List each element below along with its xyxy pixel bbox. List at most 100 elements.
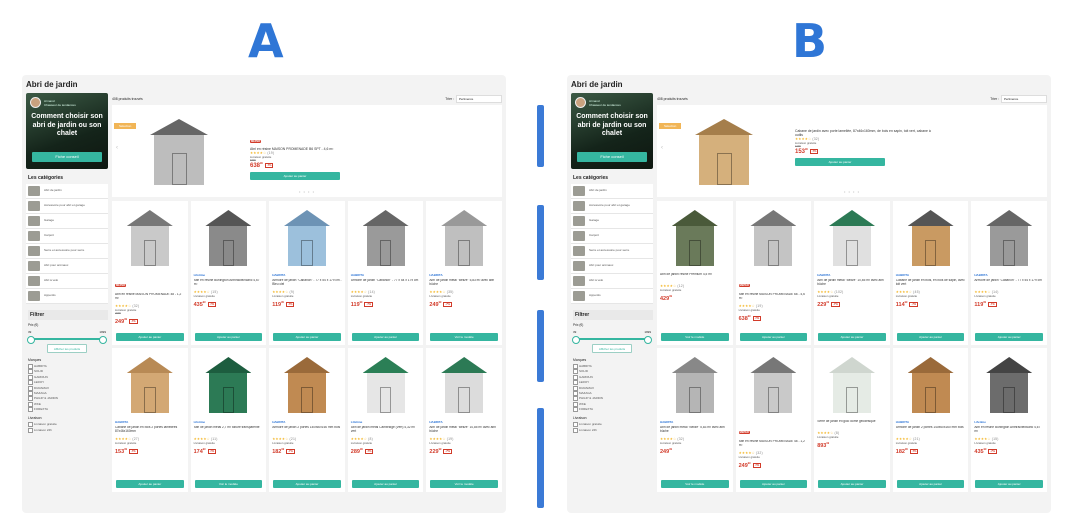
brand-checkbox[interactable]: SOLID	[573, 369, 653, 375]
product-card[interactable]: HABRITA Armoire de jardin "Cabanon" - 77 …	[269, 201, 345, 345]
product-image-wrap[interactable]	[359, 206, 413, 270]
product-title[interactable]: Abri de jardin métal "Belize" 10,85 m² a…	[429, 426, 499, 437]
product-image-wrap[interactable]	[280, 353, 334, 417]
product-title[interactable]: Abri en résine Burlington Anthracite/Bla…	[974, 426, 1044, 437]
category-item[interactable]: Carport	[571, 229, 653, 244]
product-action-button[interactable]: Ajouter au panier	[896, 480, 965, 488]
price-range-slider[interactable]	[27, 336, 107, 344]
product-action-button[interactable]: Ajouter au panier	[116, 480, 184, 488]
brand-checkbox[interactable]: HABRITA	[573, 364, 653, 369]
brand-checkbox[interactable]: GARDIUN	[573, 374, 653, 380]
apply-filter-button[interactable]: Afficher les produits	[592, 344, 632, 353]
brand-checkbox[interactable]: WKE	[28, 401, 108, 407]
product-card[interactable]: HABRITA Cabane de jardin en bois, en bois…	[892, 201, 969, 345]
product-image-wrap[interactable]	[747, 206, 801, 270]
delivery-checkbox[interactable]: Livraison gratuite	[573, 422, 653, 428]
brand-checkbox[interactable]: DURAMAX	[28, 385, 108, 391]
category-item[interactable]: Abri pour animaux	[571, 259, 653, 274]
price-min-input[interactable]: 39	[573, 330, 576, 334]
category-item[interactable]: Serre et accessoire pour serre	[571, 244, 653, 259]
product-action-button[interactable]: Ajouter au panier	[818, 333, 886, 341]
brand-checkbox[interactable]: PHILIP & JARDIN	[573, 396, 653, 402]
featured-title[interactable]: Cabane de jardin avec porte lamellée, 87…	[795, 129, 935, 137]
category-item[interactable]: Appentis	[26, 289, 108, 304]
product-image-wrap[interactable]	[982, 353, 1036, 417]
featured-product[interactable]: Sélection ‹ MEPER Abri en résine MAISON PRO…	[112, 105, 502, 197]
category-item[interactable]: Accessoire pour abri et garage	[26, 199, 108, 214]
product-action-button[interactable]: Voir le modèle	[194, 480, 263, 488]
product-action-button[interactable]: Voir le modèle	[661, 333, 729, 341]
product-image-wrap[interactable]	[825, 353, 879, 417]
product-image[interactable]	[907, 210, 954, 266]
product-image-wrap[interactable]	[359, 353, 413, 417]
product-action-button[interactable]: Ajouter au panier	[273, 480, 341, 488]
product-image-wrap[interactable]	[123, 353, 177, 417]
category-item[interactable]: Garage	[571, 214, 653, 229]
product-action-button[interactable]: Voir le modèle	[430, 480, 498, 488]
product-title[interactable]: Abri de jardin résine Premium 4,5 m²	[660, 273, 730, 284]
brand-checkbox[interactable]: FOREXTA	[28, 407, 108, 413]
product-action-button[interactable]: Ajouter au panier	[739, 480, 808, 488]
price-min-input[interactable]: 39	[28, 330, 31, 334]
product-image[interactable]	[750, 210, 797, 266]
product-image[interactable]	[907, 357, 954, 413]
category-item[interactable]: Serre et accessoire pour serre	[26, 244, 108, 259]
brand-checkbox[interactable]: MAZAGA	[573, 390, 653, 396]
product-image[interactable]	[986, 210, 1033, 266]
product-card[interactable]: Lifetime Abri de jardin métal Cambridge (…	[347, 348, 424, 492]
product-title[interactable]: Cabane de jardin en bois, en bois de sap…	[896, 279, 966, 290]
product-title[interactable]: Abri en résine MAISON PROMENADE 48 - 1,2…	[739, 440, 809, 451]
brand-checkbox[interactable]: LEROY	[28, 380, 108, 386]
product-image-wrap[interactable]	[437, 353, 491, 417]
category-item[interactable]: Abri à vélo	[26, 274, 108, 289]
product-image[interactable]	[150, 119, 208, 185]
category-item[interactable]: Abri pour animaux	[26, 259, 108, 274]
chevron-left-icon[interactable]: ‹	[661, 145, 663, 151]
product-action-button[interactable]: Ajouter au panier	[975, 480, 1043, 488]
product-image[interactable]	[671, 210, 718, 266]
product-image-wrap[interactable]	[280, 206, 334, 270]
product-card[interactable]: HABRITA Armoire de jardin 2 portes 140x60…	[892, 348, 969, 492]
advice-promo[interactable]: Armand Chasseur de tendances Comment chois…	[571, 93, 653, 169]
product-image[interactable]	[828, 357, 875, 413]
product-action-button[interactable]: Ajouter au panier	[896, 333, 965, 341]
product-image-wrap[interactable]	[904, 353, 958, 417]
product-card[interactable]: HABRITA Abri de jardin métal "Belize" 5,8…	[657, 348, 733, 492]
product-action-button[interactable]: Ajouter au panier	[273, 333, 341, 341]
brand-checkbox[interactable]: WKE	[573, 401, 653, 407]
product-image-wrap[interactable]	[825, 206, 879, 270]
product-image-wrap[interactable]	[747, 353, 801, 417]
product-image[interactable]	[750, 357, 797, 413]
featured-image[interactable]	[695, 119, 755, 189]
category-item[interactable]: Abri de jardin	[571, 184, 653, 199]
brand-checkbox[interactable]: SOLID	[28, 369, 108, 375]
product-card[interactable]: HABRITA Armoire de jardin 2 portes 140x60…	[269, 348, 345, 492]
add-to-cart-button[interactable]: Ajouter au panier	[250, 172, 340, 180]
price-range-slider[interactable]	[572, 336, 652, 344]
product-image-wrap[interactable]	[202, 206, 256, 270]
delivery-checkbox[interactable]: Livraison gratuite	[28, 422, 108, 428]
product-action-button[interactable]: Ajouter au panier	[975, 333, 1043, 341]
product-card[interactable]: HABRITA Cabane de jardin en bois 2 portes…	[112, 348, 188, 492]
product-title[interactable]: Abri en résine MAISON PROMENADE 48 - 1,2…	[115, 293, 185, 304]
product-title[interactable]: Armoire de jardin "Cabanon" - 77 x 54 x …	[272, 279, 342, 290]
product-card[interactable]: Lifetime Abri en résine Burlington Anthra…	[971, 348, 1047, 492]
product-action-button[interactable]: Ajouter au panier	[351, 480, 420, 488]
category-item[interactable]: Abri de jardin	[26, 184, 108, 199]
category-item[interactable]: Appentis	[571, 289, 653, 304]
promo-cta-button[interactable]: Fiche conseil	[32, 152, 102, 162]
price-max-input[interactable]: 1999	[99, 330, 106, 334]
product-title[interactable]: Abri en résine Burlington Anthracite/Bla…	[194, 279, 264, 290]
product-image-wrap[interactable]	[668, 353, 722, 417]
product-card[interactable]: HABRITA Abri de jardin métal "Belize" 10,…	[814, 201, 890, 345]
product-card[interactable]: HABRITA Armoire de jardin "Cabanon" - 77 …	[971, 201, 1047, 345]
brand-checkbox[interactable]: LEROY	[573, 380, 653, 386]
product-card[interactable]: Serre de jardin et igloo dôme géodésique…	[814, 348, 890, 492]
category-item[interactable]: Carport	[26, 229, 108, 244]
product-image[interactable]	[695, 119, 753, 185]
brand-checkbox[interactable]: MAZAGA	[28, 390, 108, 396]
product-image[interactable]	[362, 210, 409, 266]
product-image-wrap[interactable]	[668, 206, 722, 270]
product-image[interactable]	[828, 210, 875, 266]
product-image-wrap[interactable]	[904, 206, 958, 270]
